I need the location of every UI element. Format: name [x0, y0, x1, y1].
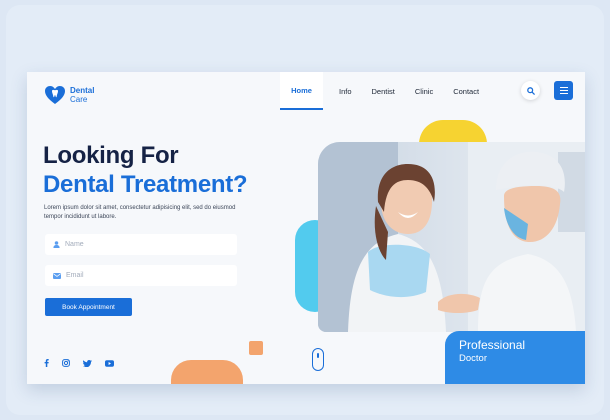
dentist-patient-illustration [318, 142, 585, 332]
hero-title-line1: Looking For [43, 142, 179, 169]
facebook-icon[interactable] [44, 359, 49, 367]
nav-clinic[interactable]: Clinic [405, 72, 443, 110]
decor-orange-pill [171, 360, 243, 384]
tooth-heart-icon [45, 86, 65, 104]
name-placeholder: Name [65, 241, 84, 248]
badge-line1: Professional [459, 338, 526, 352]
youtube-icon[interactable] [105, 359, 114, 367]
decor-orange-square [249, 341, 263, 355]
hero-description: Lorem ipsum dolor sit amet, consectetur … [44, 205, 236, 220]
instagram-icon[interactable] [62, 359, 70, 367]
hamburger-menu-icon [559, 87, 568, 94]
nav-dentist[interactable]: Dentist [362, 72, 405, 110]
hero-photo [318, 142, 585, 332]
hero-title-line2: Dental Treatment? [43, 171, 248, 198]
brand-logo[interactable]: Dental Care [44, 85, 94, 105]
main-nav: Home Info Dentist Clinic Contact [280, 72, 489, 110]
scroll-down-indicator[interactable] [312, 348, 324, 371]
landing-page: Dental Care Home Info Dentist Clinic Con… [27, 72, 585, 384]
user-icon [53, 241, 60, 248]
book-appointment-button[interactable]: Book Appointment [45, 298, 132, 316]
nav-contact[interactable]: Contact [443, 72, 489, 110]
search-icon [526, 86, 535, 95]
name-field[interactable]: Name [45, 234, 237, 255]
nav-home[interactable]: Home [280, 72, 323, 110]
mail-icon [53, 272, 61, 279]
search-button[interactable] [521, 81, 540, 100]
email-placeholder: Email [66, 272, 84, 279]
badge-line2: Doctor [459, 353, 487, 364]
email-field[interactable]: Email [45, 265, 237, 286]
twitter-icon[interactable] [83, 359, 92, 367]
menu-button[interactable] [554, 81, 573, 100]
social-links [44, 359, 127, 367]
brand-name-line2: Care [70, 95, 88, 104]
brand-name-line1: Dental [70, 86, 95, 95]
professional-doctor-badge: Professional Doctor [445, 331, 585, 384]
nav-info[interactable]: Info [329, 72, 362, 110]
